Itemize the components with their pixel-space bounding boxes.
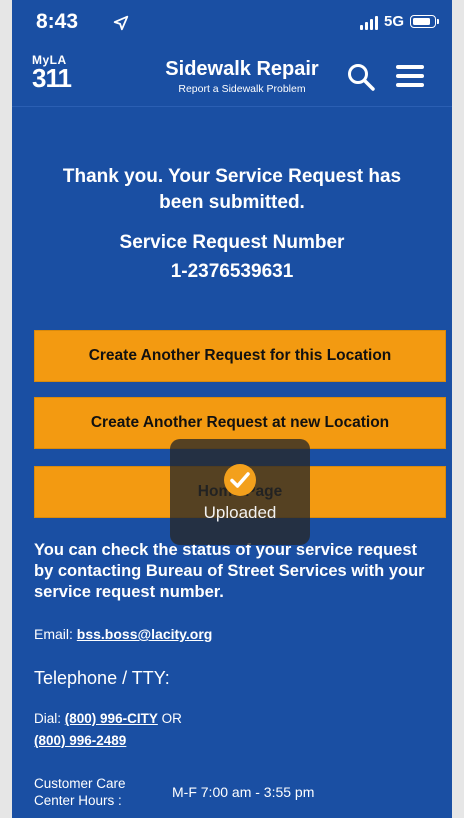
- dial-label: Dial:: [34, 711, 62, 726]
- status-time: 8:43: [36, 10, 79, 33]
- search-icon[interactable]: [346, 62, 376, 92]
- phone-link-number[interactable]: (800) 996-2489: [34, 733, 126, 748]
- app-screen: 8:43 5G MyLA 311 Sidewalk Repair Report …: [12, 0, 452, 818]
- battery-icon: [410, 15, 439, 28]
- hours-label: Customer Care Center Hours :: [34, 776, 126, 808]
- uploaded-toast: Uploaded: [170, 439, 310, 545]
- app-header: MyLA 311 Sidewalk Repair Report a Sidewa…: [12, 46, 452, 107]
- email-row: Email: bss.boss@lacity.org: [34, 626, 212, 642]
- header-title-block: Sidewalk Repair Report a Sidewalk Proble…: [152, 58, 332, 95]
- hours-value: M-F 7:00 am - 3:55 pm: [172, 784, 315, 800]
- service-request-number: 1-2376539631: [170, 261, 294, 282]
- myla311-logo[interactable]: MyLA 311: [32, 54, 72, 93]
- status-bar: 8:43 5G: [12, 0, 452, 46]
- toast-label: Uploaded: [203, 503, 277, 522]
- email-link[interactable]: bss.boss@lacity.org: [77, 626, 213, 642]
- network-label: 5G: [383, 13, 404, 30]
- or-text: OR: [161, 711, 182, 726]
- service-request-number-label: Service Request Number: [119, 232, 345, 253]
- logo-number: 311: [32, 63, 72, 93]
- page-title: Sidewalk Repair: [165, 58, 319, 80]
- create-request-same-location-button[interactable]: Create Another Request for this Location: [34, 330, 446, 382]
- location-arrow-icon: [113, 15, 129, 31]
- checkmark-icon: [224, 464, 256, 496]
- phone-link-city[interactable]: (800) 996-CITY: [65, 711, 158, 726]
- telephone-heading: Telephone / TTY:: [34, 668, 170, 688]
- page-subtitle: Report a Sidewalk Problem: [178, 83, 306, 95]
- status-info-text: You can check the status of your service…: [34, 541, 425, 601]
- confirmation-message: Thank you. Your Service Request has been…: [62, 166, 402, 213]
- hamburger-menu-icon[interactable]: [396, 65, 424, 89]
- status-indicators: 5G: [359, 13, 439, 30]
- signal-icon: [359, 14, 378, 30]
- email-label: Email:: [34, 626, 73, 642]
- dial-row: Dial: (800) 996-CITY OR (800) 996-2489: [34, 708, 182, 752]
